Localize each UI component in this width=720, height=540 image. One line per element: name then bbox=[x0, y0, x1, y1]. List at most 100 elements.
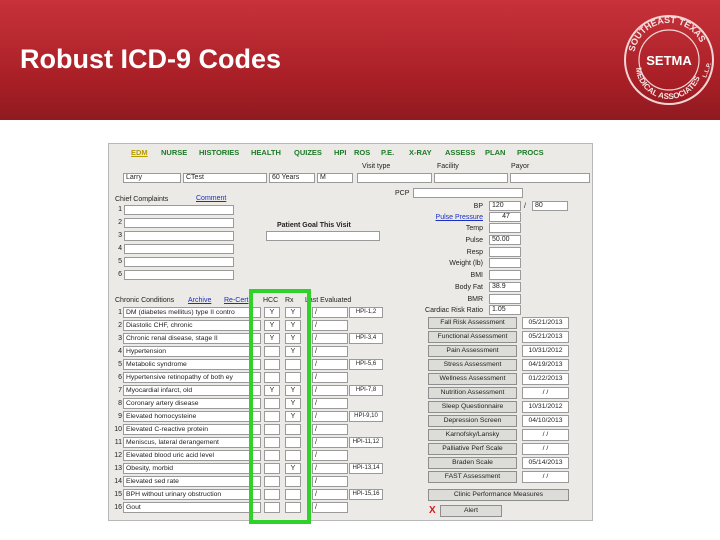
sleep-questionnaire-button[interactable]: Sleep Questionnaire bbox=[428, 401, 517, 413]
bp-diastolic-field[interactable]: 80 bbox=[532, 201, 568, 211]
complaint-field-5[interactable] bbox=[124, 257, 234, 267]
age-field[interactable]: 60 Years bbox=[269, 173, 315, 183]
comment-link[interactable]: Comment bbox=[196, 194, 226, 203]
last-evaluated-cell[interactable]: / bbox=[312, 359, 348, 370]
last-evaluated-cell[interactable]: / bbox=[312, 424, 348, 435]
clinic-performance-measures-button[interactable]: Clinic Performance Measures bbox=[428, 489, 569, 501]
hpi-button[interactable]: HPI-9,10 bbox=[349, 411, 383, 422]
depression-screen-button[interactable]: Depression Screen bbox=[428, 415, 517, 427]
braden-scale-button[interactable]: Braden Scale bbox=[428, 457, 517, 469]
complaint-field-6[interactable] bbox=[124, 270, 234, 280]
hcc-cell[interactable]: Y bbox=[264, 320, 280, 331]
complaint-field-3[interactable] bbox=[124, 231, 234, 241]
rx-cell[interactable]: Y bbox=[285, 463, 301, 474]
condition-field[interactable]: Diastolic CHF, chronic bbox=[123, 320, 261, 331]
rx-cell[interactable] bbox=[285, 437, 301, 448]
pain-assessment-button[interactable]: Pain Assessment bbox=[428, 345, 517, 357]
assessment-date[interactable]: / / bbox=[522, 443, 569, 455]
pulse-pressure-link[interactable]: Pulse Pressure bbox=[413, 213, 483, 222]
rx-cell[interactable]: Y bbox=[285, 411, 301, 422]
fast-assessment-button[interactable]: FAST Assessment bbox=[428, 471, 517, 483]
condition-field[interactable]: Coronary artery disease bbox=[123, 398, 261, 409]
hpi-button[interactable]: HPI-3,4 bbox=[349, 333, 383, 344]
nutrition-assessment-button[interactable]: Nutrition Assessment bbox=[428, 387, 517, 399]
hcc-cell[interactable]: Y bbox=[264, 385, 280, 396]
nav-pe[interactable]: P.E. bbox=[381, 148, 394, 157]
condition-field[interactable]: Hypertensive retinopathy of both ey bbox=[123, 372, 261, 383]
condition-field[interactable]: Elevated C-reactive protein bbox=[123, 424, 261, 435]
stress-assessment-button[interactable]: Stress Assessment bbox=[428, 359, 517, 371]
bmi-field[interactable] bbox=[489, 270, 521, 280]
pcp-field[interactable] bbox=[413, 188, 523, 198]
assessment-date[interactable]: 10/31/2012 bbox=[522, 345, 569, 357]
nav-quizes[interactable]: QUIZES bbox=[294, 148, 322, 157]
rx-cell[interactable]: Y bbox=[285, 385, 301, 396]
hcc-cell[interactable]: Y bbox=[264, 307, 280, 318]
bp-systolic-field[interactable]: 120 bbox=[489, 201, 521, 211]
condition-field[interactable]: Elevated blood uric acid level bbox=[123, 450, 261, 461]
last-evaluated-cell[interactable]: / bbox=[312, 385, 348, 396]
hcc-cell[interactable] bbox=[264, 502, 280, 513]
last-evaluated-cell[interactable]: / bbox=[312, 450, 348, 461]
complaint-field-1[interactable] bbox=[124, 205, 234, 215]
condition-field[interactable]: BPH without urinary obstruction bbox=[123, 489, 261, 500]
rx-cell[interactable]: Y bbox=[285, 333, 301, 344]
condition-field[interactable]: Elevated homocysteine bbox=[123, 411, 261, 422]
hcc-cell[interactable] bbox=[264, 463, 280, 474]
last-evaluated-cell[interactable]: / bbox=[312, 411, 348, 422]
hpi-button[interactable]: HPI-1,2 bbox=[349, 307, 383, 318]
assessment-date[interactable]: 01/22/2013 bbox=[522, 373, 569, 385]
hcc-cell[interactable] bbox=[264, 450, 280, 461]
condition-field[interactable]: DM (diabetes mellitus) type II contro bbox=[123, 307, 261, 318]
rx-cell[interactable] bbox=[285, 489, 301, 500]
condition-field[interactable]: Metabolic syndrome bbox=[123, 359, 261, 370]
assessment-date[interactable]: 05/21/2013 bbox=[522, 331, 569, 343]
alert-button[interactable]: Alert bbox=[440, 505, 502, 517]
hcc-cell[interactable] bbox=[264, 359, 280, 370]
last-evaluated-cell[interactable]: / bbox=[312, 346, 348, 357]
rx-cell[interactable] bbox=[285, 476, 301, 487]
rx-cell[interactable]: Y bbox=[285, 320, 301, 331]
karnofsky-lansky-button[interactable]: Karnofsky/Lansky bbox=[428, 429, 517, 441]
hcc-cell[interactable] bbox=[264, 346, 280, 357]
hpi-button[interactable]: HPI-13,14 bbox=[349, 463, 383, 474]
sex-field[interactable]: M bbox=[317, 173, 353, 183]
assessment-date[interactable]: 04/10/2013 bbox=[522, 415, 569, 427]
assessment-date[interactable]: 05/21/2013 bbox=[522, 317, 569, 329]
last-evaluated-cell[interactable]: / bbox=[312, 307, 348, 318]
hcc-cell[interactable]: Y bbox=[264, 333, 280, 344]
rx-cell[interactable] bbox=[285, 372, 301, 383]
hpi-button[interactable]: HPI-15,16 bbox=[349, 489, 383, 500]
functional-assessment-button[interactable]: Functional Assessment bbox=[428, 331, 517, 343]
rx-cell[interactable] bbox=[285, 502, 301, 513]
nav-hpi[interactable]: HPI bbox=[334, 148, 347, 157]
last-evaluated-cell[interactable]: / bbox=[312, 398, 348, 409]
condition-field[interactable]: Meniscus, lateral derangement bbox=[123, 437, 261, 448]
pulse-field[interactable]: 50.00 bbox=[489, 235, 521, 245]
first-name-field[interactable]: Larry bbox=[123, 173, 181, 183]
rx-cell[interactable]: Y bbox=[285, 307, 301, 318]
condition-field[interactable]: Gout bbox=[123, 502, 261, 513]
archive-link[interactable]: Archive bbox=[188, 296, 211, 305]
rx-cell[interactable] bbox=[285, 424, 301, 435]
assessment-date[interactable]: 04/19/2013 bbox=[522, 359, 569, 371]
patient-goal-field[interactable] bbox=[266, 231, 380, 241]
hpi-button[interactable]: HPI-7,8 bbox=[349, 385, 383, 396]
condition-field[interactable]: Obesity, morbid bbox=[123, 463, 261, 474]
wellness-assessment-button[interactable]: Wellness Assessment bbox=[428, 373, 517, 385]
nav-edm[interactable]: EDM bbox=[131, 148, 148, 157]
condition-field[interactable]: Chronic renal disease, stage II bbox=[123, 333, 261, 344]
rx-cell[interactable] bbox=[285, 359, 301, 370]
pulse-pressure-field[interactable]: 47 bbox=[489, 212, 521, 222]
last-evaluated-cell[interactable]: / bbox=[312, 502, 348, 513]
bmr-field[interactable] bbox=[489, 294, 521, 304]
hcc-cell[interactable] bbox=[264, 424, 280, 435]
temp-field[interactable] bbox=[489, 223, 521, 233]
hpi-button[interactable]: HPI-5,6 bbox=[349, 359, 383, 370]
last-evaluated-cell[interactable]: / bbox=[312, 320, 348, 331]
nav-assess[interactable]: ASSESS bbox=[445, 148, 475, 157]
hcc-cell[interactable] bbox=[264, 398, 280, 409]
last-evaluated-cell[interactable]: / bbox=[312, 489, 348, 500]
palliative-perf-scale-button[interactable]: Palliative Perf Scale bbox=[428, 443, 517, 455]
complaint-field-4[interactable] bbox=[124, 244, 234, 254]
